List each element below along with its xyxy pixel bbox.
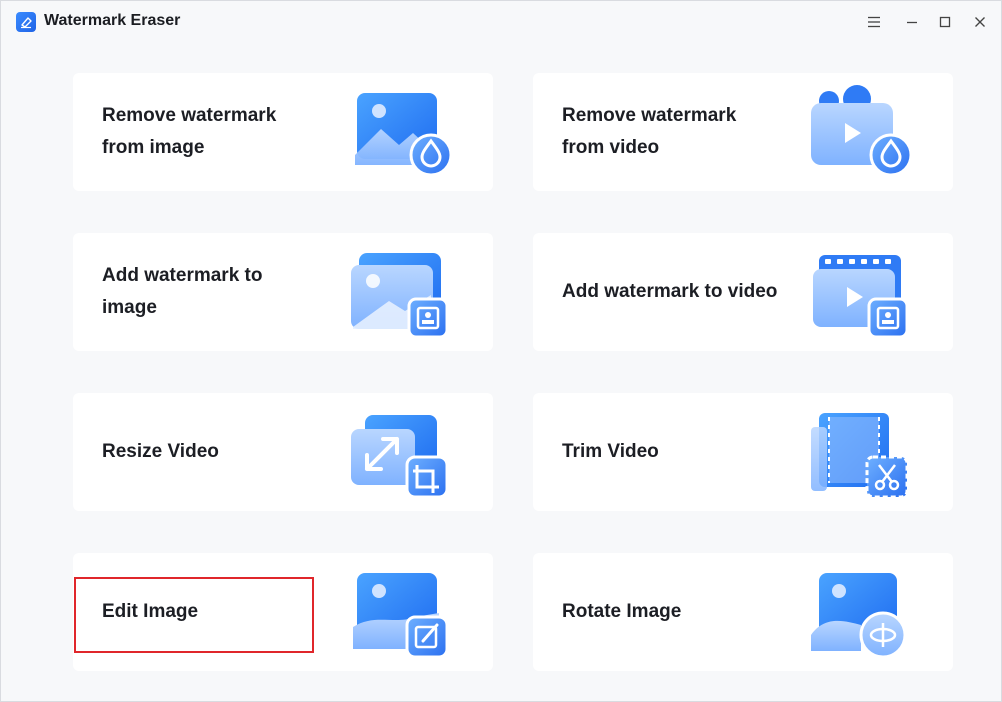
tool-card-trim-video[interactable]: Trim Video xyxy=(533,393,953,511)
resize-crop-icon xyxy=(345,405,455,501)
video-droplet-icon xyxy=(805,85,915,181)
tool-card-remove-watermark-video[interactable]: Remove watermark from video xyxy=(533,73,953,191)
image-droplet-icon xyxy=(345,85,455,181)
image-rotate-icon xyxy=(805,565,915,661)
app-window: Watermark Eraser Remove watermark from i… xyxy=(0,0,1002,702)
tool-card-remove-watermark-image[interactable]: Remove watermark from image xyxy=(73,73,493,191)
eraser-icon xyxy=(16,12,36,32)
tool-label: Edit Image xyxy=(102,601,199,622)
tool-label: Trim Video xyxy=(562,441,659,462)
tool-card-edit-image[interactable]: Edit Image xyxy=(73,553,493,671)
tool-card-add-watermark-image[interactable]: Add watermark to image xyxy=(73,233,493,351)
close-icon[interactable] xyxy=(965,9,995,35)
tool-label: Remove watermark from video xyxy=(562,105,737,158)
hamburger-menu-icon[interactable] xyxy=(859,9,889,35)
tool-card-add-watermark-video[interactable]: Add watermark to video xyxy=(533,233,953,351)
tool-card-resize-video[interactable]: Resize Video xyxy=(73,393,493,511)
tool-label: Resize Video xyxy=(102,441,219,462)
image-edit-icon xyxy=(345,565,455,661)
tool-label: Remove watermark from image xyxy=(102,105,277,158)
tool-label: Rotate Image xyxy=(562,601,682,622)
film-scissors-icon xyxy=(805,405,915,501)
minimize-icon[interactable] xyxy=(897,9,927,35)
image-stamp-icon xyxy=(345,245,455,341)
video-stamp-icon xyxy=(805,245,915,341)
app-title: Watermark Eraser xyxy=(44,12,181,29)
maximize-icon[interactable] xyxy=(930,9,960,35)
tool-card-rotate-image[interactable]: Rotate Image xyxy=(533,553,953,671)
title-bar: Watermark Eraser xyxy=(1,1,1001,43)
tool-label: Add watermark to video xyxy=(562,281,778,302)
tool-label: Add watermark to image xyxy=(102,265,263,318)
